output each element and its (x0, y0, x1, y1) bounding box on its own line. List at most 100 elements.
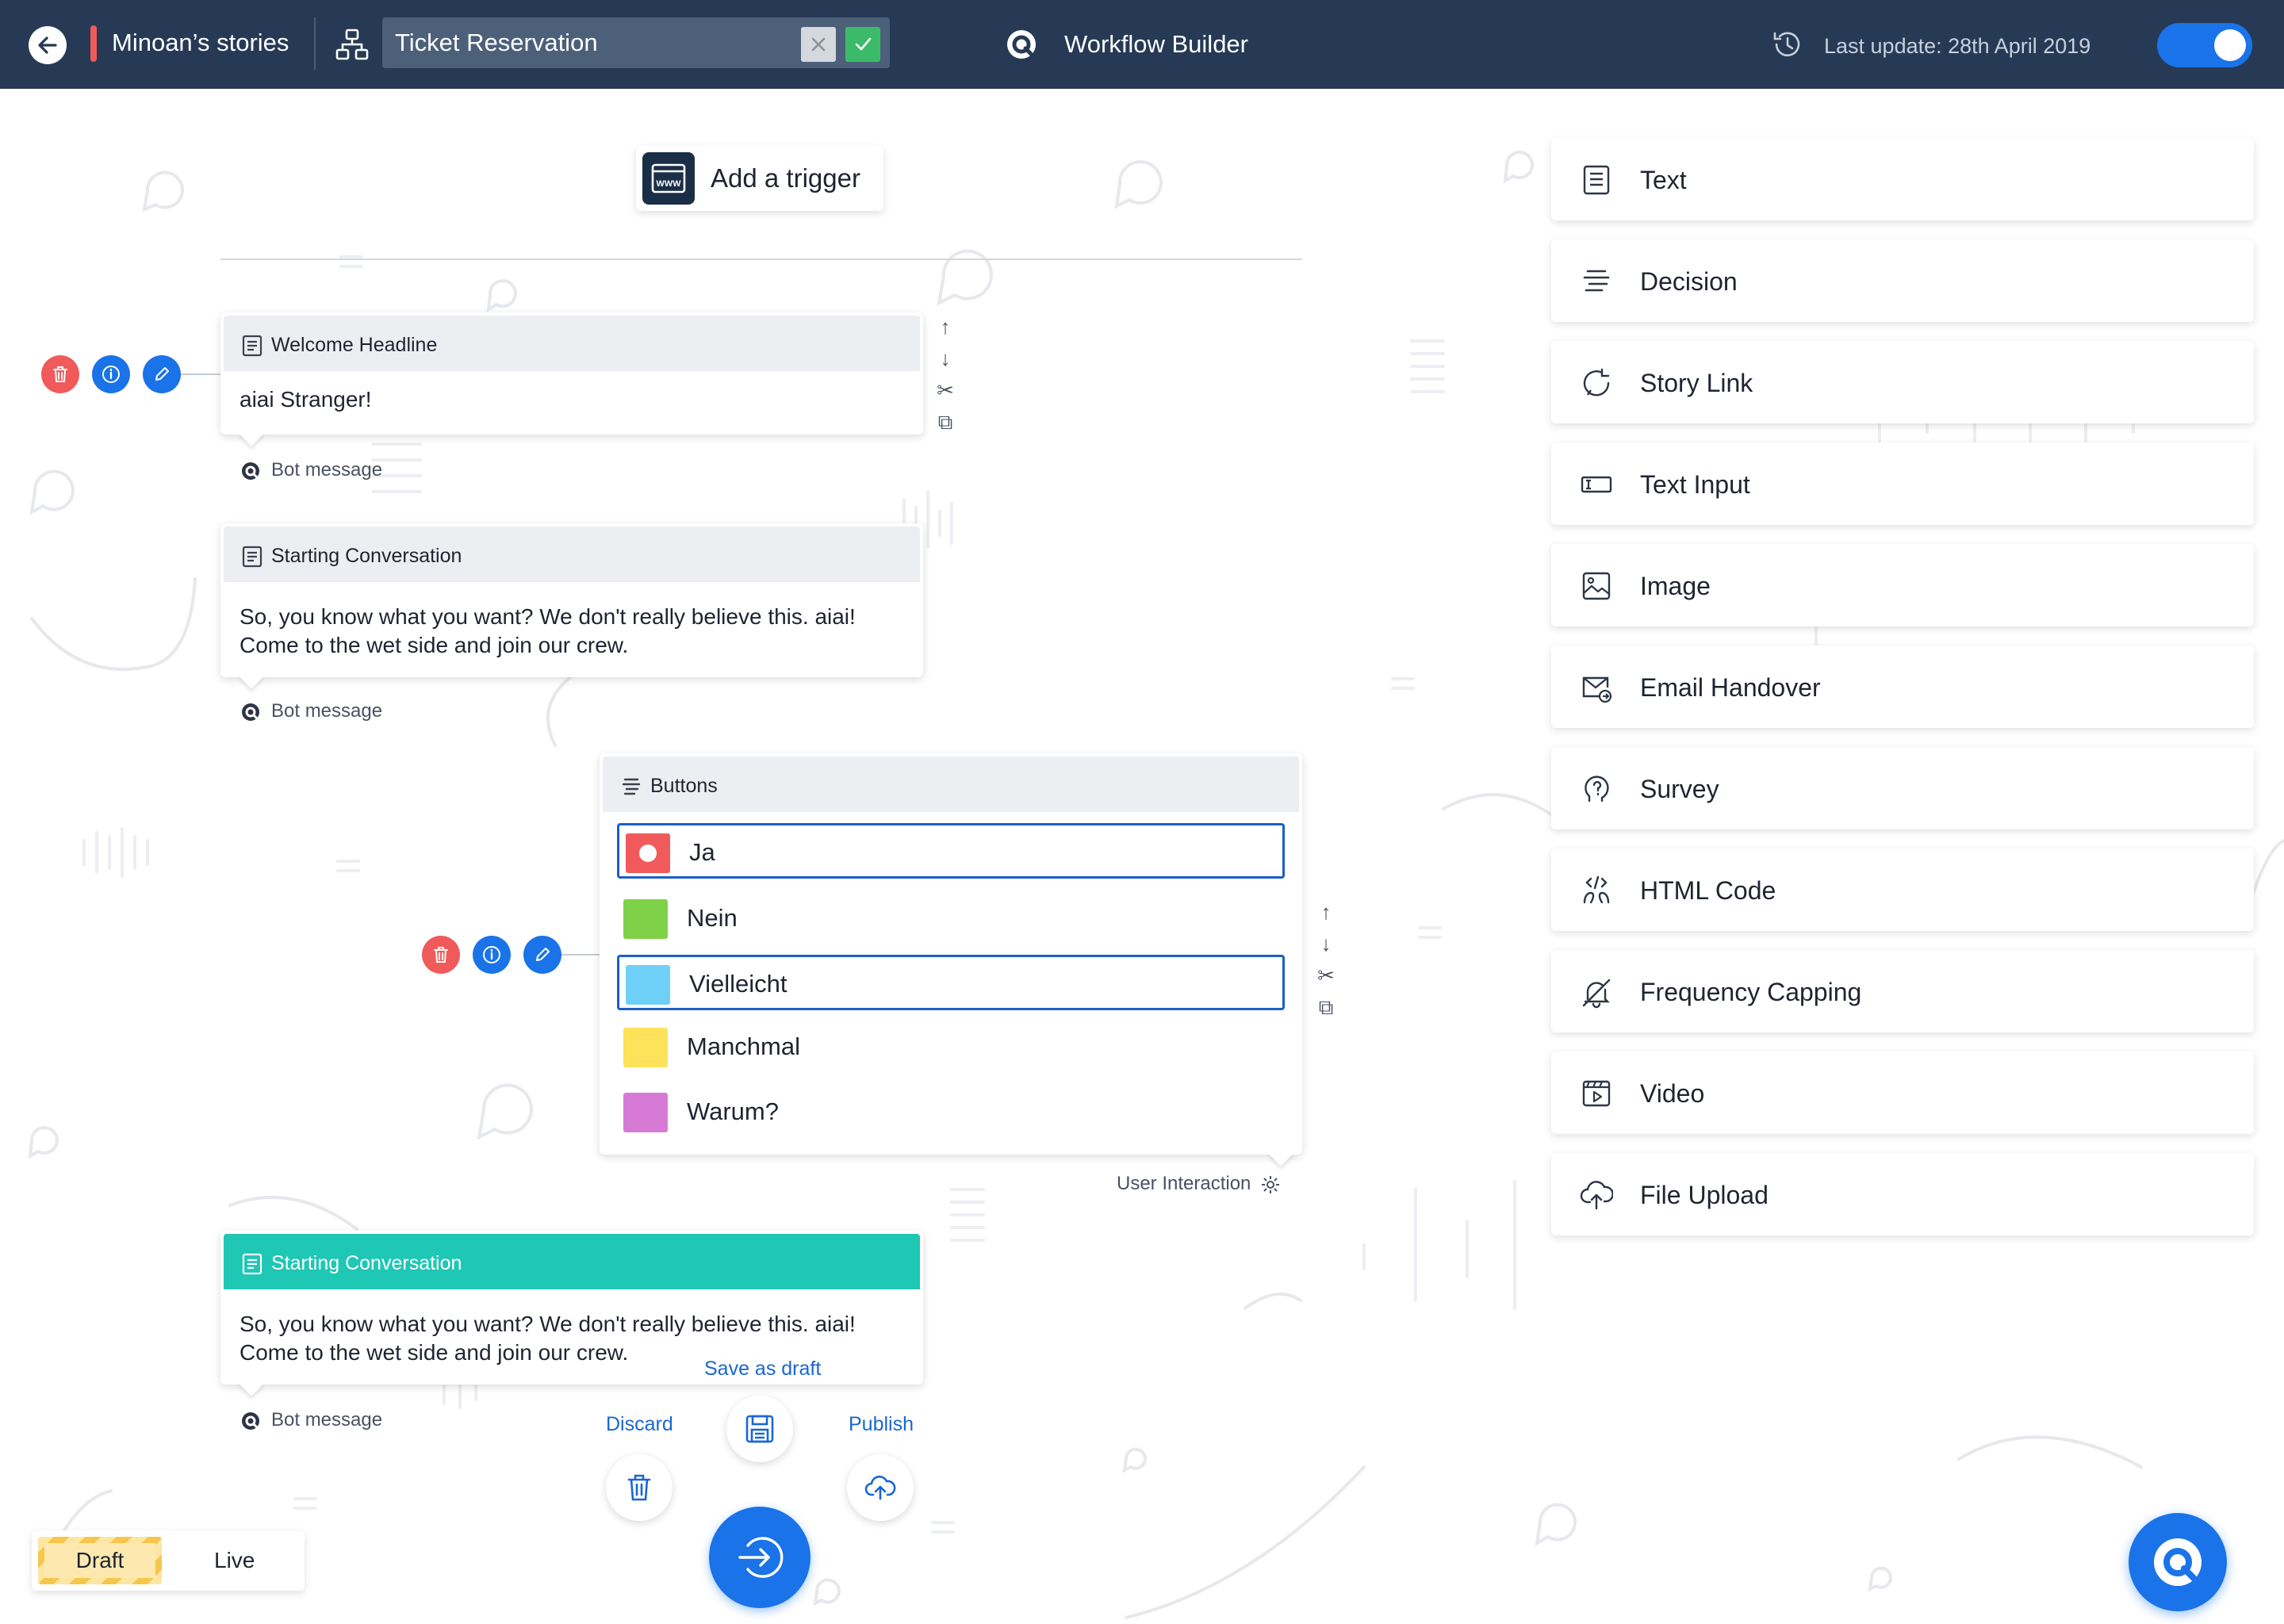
option-nein[interactable]: Nein (617, 891, 1285, 947)
gear-icon[interactable] (1259, 1174, 1282, 1196)
delete-button[interactable] (41, 355, 79, 393)
card-header: Welcome Headline (224, 316, 920, 371)
live-toggle[interactable] (2157, 23, 2252, 67)
info-button[interactable] (473, 936, 511, 974)
info-icon (483, 946, 500, 963)
connector-line (181, 373, 222, 375)
card-header: Starting Conversation (224, 527, 920, 582)
option-color-swatch[interactable] (623, 1093, 668, 1132)
card-title: Buttons (650, 775, 718, 797)
palette-item-story-link[interactable]: Story Link (1551, 341, 2254, 423)
record-dot-icon (639, 845, 657, 862)
palette-item-video[interactable]: Video (1551, 1051, 2254, 1134)
help-chat-button[interactable] (2129, 1513, 2227, 1611)
check-icon (855, 37, 872, 51)
palette-label: Frequency Capping (1640, 978, 1862, 1006)
history-icon[interactable] (1770, 27, 1805, 62)
confirm-name-button[interactable] (845, 27, 880, 62)
story-name[interactable]: Minoan’s stories (112, 26, 289, 59)
edit-button[interactable] (143, 355, 181, 393)
card-pointer (1268, 1141, 1293, 1166)
text-icon (242, 546, 263, 568)
live-tab[interactable]: Live (214, 1546, 255, 1575)
info-button[interactable] (92, 355, 130, 393)
add-trigger-button[interactable]: WWW Add a trigger (636, 146, 883, 211)
option-vielleicht[interactable]: Vielleicht (617, 955, 1285, 1010)
connector-line (560, 954, 600, 956)
discard-label[interactable]: Discard (606, 1411, 673, 1437)
palette-item-decision[interactable]: Decision (1551, 239, 2254, 322)
trash-icon (53, 366, 67, 382)
palette-item-text[interactable]: Text (1551, 138, 2254, 220)
option-color-swatch[interactable] (623, 899, 668, 939)
publish-button[interactable] (847, 1454, 914, 1521)
move-down-icon[interactable]: ↓ (1315, 928, 1337, 959)
enter-flow-button[interactable] (709, 1507, 811, 1608)
bot-icon (242, 462, 259, 480)
user-interaction-label: User Interaction (1117, 1173, 1251, 1194)
palette-item-html-code[interactable]: HTML Code (1551, 848, 2254, 931)
edit-button[interactable] (523, 936, 561, 974)
cancel-name-button[interactable] (801, 27, 836, 62)
draft-label: Draft (44, 1543, 155, 1578)
palette-item-image[interactable]: Image (1551, 544, 2254, 626)
copy-icon[interactable]: ⧉ (1315, 991, 1337, 1023)
cut-icon[interactable]: ✂ (934, 374, 956, 406)
palette-item-survey[interactable]: Survey (1551, 747, 2254, 829)
back-button[interactable] (29, 26, 67, 64)
palette-item-frequency-capping[interactable]: Frequency Capping (1551, 950, 2254, 1032)
option-warum[interactable]: Warum? (617, 1085, 1285, 1140)
cut-icon[interactable]: ✂ (1315, 959, 1337, 991)
draft-tab[interactable]: Draft (38, 1537, 162, 1584)
card-text-line-1[interactable]: So, you know what you want? We don't rea… (240, 1310, 856, 1339)
delete-button[interactable] (422, 936, 460, 974)
publish-label[interactable]: Publish (849, 1411, 914, 1437)
save-as-draft-label[interactable]: Save as draft (704, 1356, 821, 1381)
move-up-icon[interactable]: ↑ (934, 311, 956, 343)
workflow-tree-icon[interactable] (335, 27, 370, 62)
text-icon (1583, 165, 1610, 195)
option-manchmal[interactable]: Manchmal (617, 1020, 1285, 1075)
card-pointer (239, 664, 264, 689)
trash-icon (627, 1474, 651, 1501)
trigger-divider (220, 259, 1302, 260)
palette-item-email-handover[interactable]: Email Handover (1551, 645, 2254, 728)
card-text-line-2[interactable]: Come to the wet side and join our crew. (240, 1339, 628, 1367)
story-color-accent (90, 25, 97, 62)
welcome-headline-card[interactable]: Welcome Headline aiai Stranger! (220, 312, 923, 446)
copy-icon[interactable]: ⧉ (934, 406, 956, 438)
card-title: Starting Conversation (271, 545, 462, 567)
palette-item-text-input[interactable]: Text Input (1551, 442, 2254, 525)
ticket-name-field[interactable]: Ticket Reservation (382, 17, 890, 68)
story-link-icon (1583, 368, 1610, 396)
card-title: Starting Conversation (271, 1252, 462, 1274)
close-icon (811, 37, 826, 52)
move-up-icon[interactable]: ↑ (1315, 896, 1337, 928)
option-color-swatch[interactable] (626, 833, 670, 873)
file-upload-icon (1580, 1181, 1613, 1210)
header-divider (314, 17, 316, 70)
card-header: Starting Conversation (224, 1234, 920, 1289)
option-color-swatch[interactable] (626, 965, 670, 1005)
palette-label: Text (1640, 166, 1687, 194)
option-color-swatch[interactable] (623, 1028, 668, 1067)
ticket-name-value: Ticket Reservation (395, 29, 598, 56)
option-ja[interactable]: Ja (617, 823, 1285, 879)
card-text-line-2: Come to the wet side and join our crew. (240, 633, 629, 657)
workflow-builder-app: Minoan’s stories Ticket Reservation Work… (0, 0, 2284, 1624)
option-label: Manchmal (687, 1032, 800, 1060)
starting-conversation-card[interactable]: Starting Conversation So, you know what … (220, 523, 923, 689)
palette-item-file-upload[interactable]: File Upload (1551, 1153, 2254, 1235)
html-code-icon (1583, 875, 1610, 904)
email-handover-icon (1582, 676, 1612, 703)
save-draft-button[interactable] (726, 1396, 793, 1462)
decision-icon (622, 778, 641, 795)
app-logo-icon (2154, 1538, 2202, 1586)
www-browser-icon: WWW (642, 152, 695, 205)
mode-switch: Draft Live (32, 1530, 305, 1591)
discard-button[interactable] (606, 1454, 673, 1521)
trash-icon (434, 947, 448, 963)
move-down-icon[interactable]: ↓ (934, 343, 956, 374)
card-title: Welcome Headline (271, 334, 438, 356)
bot-message-label: Bot message (271, 459, 383, 481)
